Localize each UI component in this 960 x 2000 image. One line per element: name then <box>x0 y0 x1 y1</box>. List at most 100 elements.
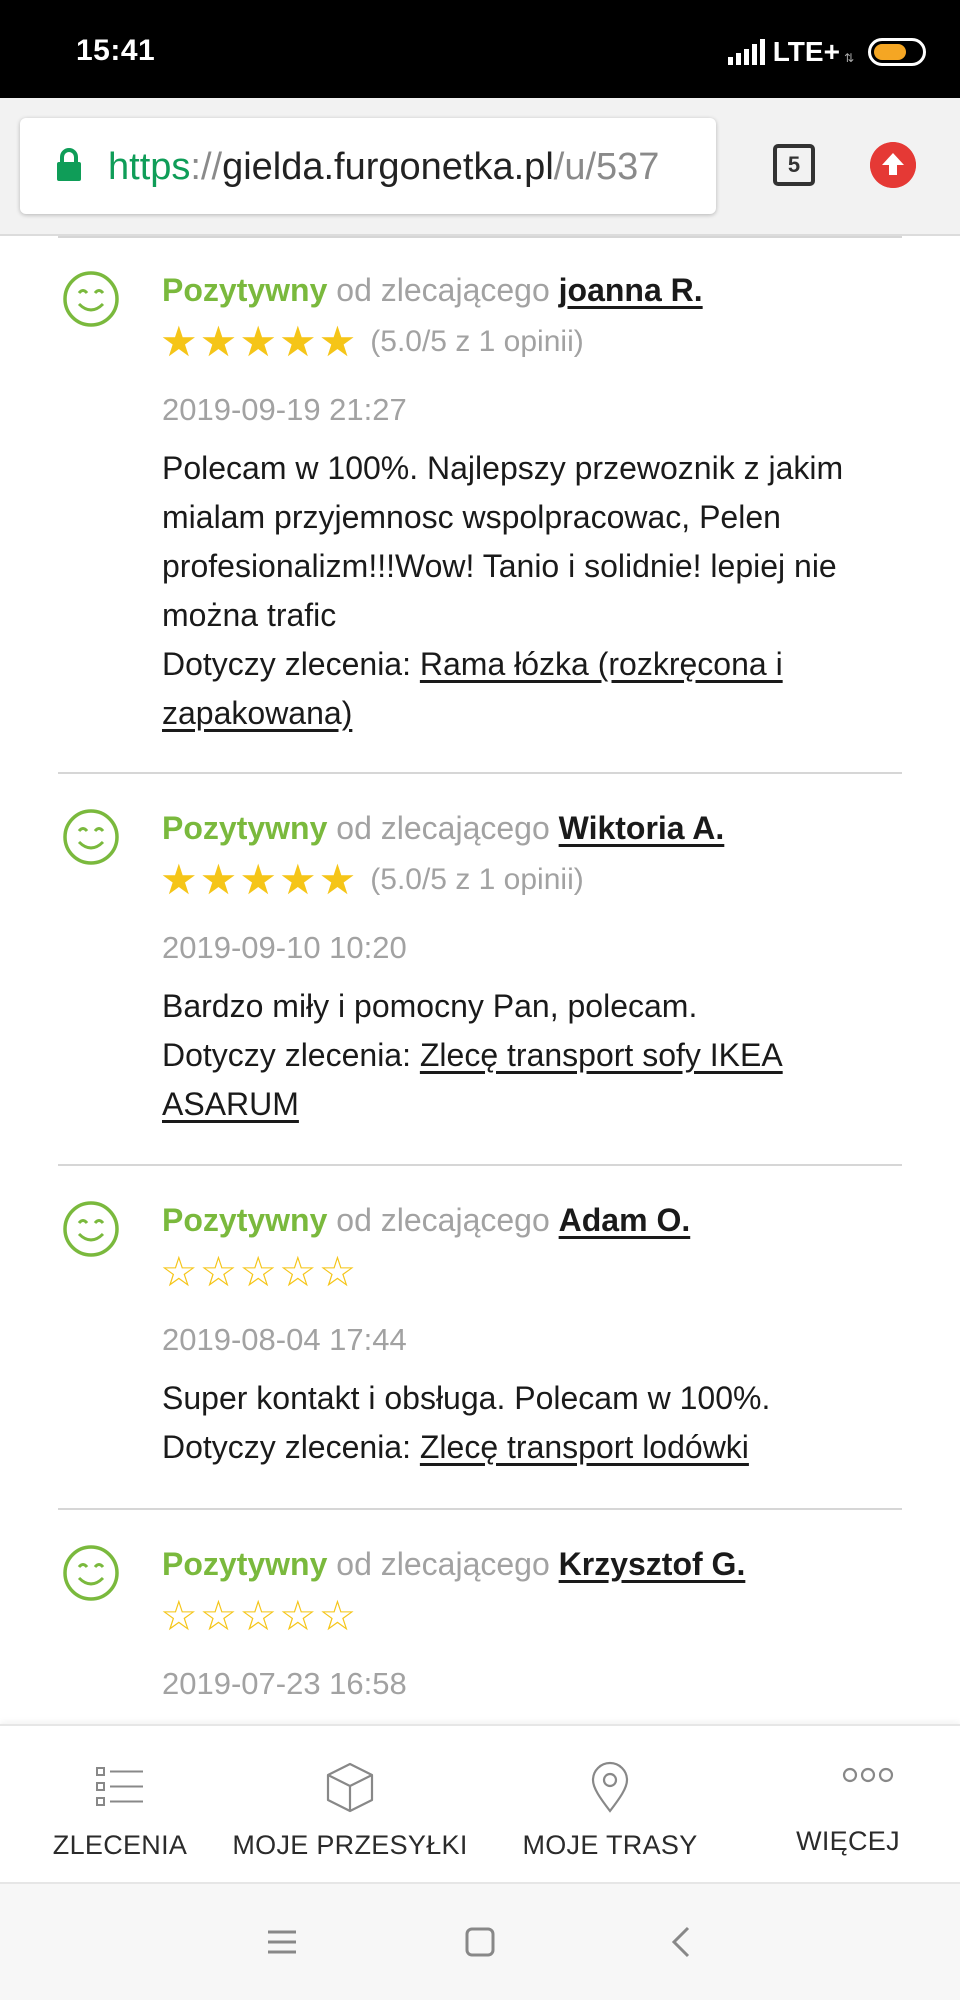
review-date: 2019-09-19 21:27 <box>162 392 407 427</box>
back-icon[interactable] <box>652 1914 712 1970</box>
address-bar[interactable]: https://gielda.furgonetka.pl/u/537 <box>20 118 716 214</box>
nav-item-wiecej[interactable]: WIĘCEJ <box>748 1726 960 1886</box>
star-outline-icon: ☆ <box>239 1248 277 1295</box>
from-label: od zlecającego <box>336 272 550 308</box>
star-outline-icon: ☆ <box>160 1592 198 1639</box>
tabs-count: 5 <box>787 152 801 177</box>
order-link[interactable]: Zlecę transport lodówki <box>420 1429 749 1465</box>
author-link[interactable]: Adam O. <box>559 1202 691 1238</box>
from-label: od zlecającego <box>336 1202 550 1238</box>
star-rating: ★ ★ ★ ★ ★ <box>160 318 357 365</box>
order-label: Dotyczy zlecenia: <box>162 1429 411 1465</box>
star-outline-icon: ☆ <box>278 1248 317 1295</box>
menu-icon[interactable] <box>252 1914 312 1970</box>
star-outline-icon: ☆ <box>278 1592 317 1639</box>
star-rating: ☆ ☆ ☆ ☆ ☆ <box>160 1592 357 1639</box>
star-outline-icon: ☆ <box>160 1248 198 1295</box>
nav-item-moje-przesylki[interactable]: MOJE PRZESYŁKI <box>230 1726 470 1886</box>
review-date: 2019-07-23 16:58 <box>162 1666 407 1701</box>
star-filled-icon: ★ <box>239 856 277 903</box>
review-header: Pozytywny od zlecającego Krzysztof G. <box>162 1546 745 1583</box>
star-filled-icon: ★ <box>199 318 238 365</box>
star-outline-icon: ☆ <box>318 1248 357 1295</box>
star-filled-icon: ★ <box>199 856 238 903</box>
status-bar: 15:41 LTE+ ⇅ <box>0 0 960 98</box>
bottom-navigation: ZLECENIA MOJE PRZESYŁKI MOJE TRASY WIĘCE… <box>0 1724 960 1884</box>
review-text: Polecam w 100%. Najlepszy przewoznik z j… <box>162 450 844 633</box>
order-label: Dotyczy zlecenia: <box>162 646 411 682</box>
star-outline-icon: ☆ <box>199 1592 238 1639</box>
review-header: Pozytywny od zlecającego Wiktoria A. <box>162 810 724 847</box>
network-label: LTE+ <box>772 36 840 67</box>
star-filled-icon: ★ <box>278 318 317 365</box>
star-filled-icon: ★ <box>239 318 277 365</box>
sentiment-label: Pozytywny <box>162 272 328 308</box>
nav-item-moje-trasy[interactable]: MOJE TRASY <box>490 1726 730 1886</box>
author-link[interactable]: Wiktoria A. <box>559 810 725 846</box>
review-item: Pozytywny od zlecającego Wiktoria A. ★ ★ ★… <box>0 774 960 1166</box>
review-date: 2019-09-10 10:20 <box>162 930 407 965</box>
browser-toolbar: https://gielda.furgonetka.pl/u/537 5 <box>0 98 960 236</box>
upload-icon[interactable] <box>870 142 916 188</box>
from-label: od zlecającego <box>336 1546 550 1582</box>
sentiment-label: Pozytywny <box>162 1546 328 1582</box>
author-link[interactable]: joanna R. <box>559 272 703 308</box>
smiley-icon <box>63 809 119 865</box>
star-outline-icon: ☆ <box>199 1248 238 1295</box>
rating-summary: (5.0/5 z 1 opinii) <box>370 863 584 896</box>
review-header: Pozytywny od zlecającego Adam O. <box>162 1202 690 1239</box>
battery-level <box>874 44 907 60</box>
star-rating: ★ ★ ★ ★ ★ <box>160 856 357 903</box>
url-text[interactable]: https://gielda.furgonetka.pl/u/537 <box>108 146 659 189</box>
nav-label: MOJE TRASY <box>522 1830 698 1860</box>
star-outline-icon: ☆ <box>239 1592 277 1639</box>
rating-row: ★ ★ ★ ★ ★ (5.0/5 z 1 opinii) <box>160 856 584 903</box>
sentiment-label: Pozytywny <box>162 1202 328 1238</box>
rating-row: ☆ ☆ ☆ ☆ ☆ <box>160 1248 357 1295</box>
smiley-icon <box>63 1545 119 1601</box>
smiley-icon <box>63 271 119 327</box>
status-icons: LTE+ ⇅ <box>727 34 926 70</box>
more-icon <box>842 1767 894 1783</box>
tabs-counter-button[interactable]: 5 <box>773 144 815 186</box>
battery-icon <box>868 38 926 66</box>
nav-label: ZLECENIA <box>52 1830 188 1860</box>
star-filled-icon: ★ <box>318 318 357 365</box>
nav-label: WIĘCEJ <box>796 1826 900 1856</box>
review-item: Pozytywny od zlecającego Adam O. ☆ ☆ ☆ ☆ ☆ 2… <box>0 1166 960 1510</box>
lock-icon <box>57 148 81 181</box>
reviews-list: Pozytywny od zlecającego joanna R. ★ ★ ★ ★ ★… <box>0 236 960 1724</box>
review-text: Bardzo miły i pomocny Pan, polecam. <box>162 988 698 1024</box>
smiley-icon <box>63 1201 119 1257</box>
author-link[interactable]: Krzysztof G. <box>559 1546 746 1582</box>
signal-icon <box>727 39 765 65</box>
rating-row: ★ ★ ★ ★ ★ (5.0/5 z 1 opinii) <box>160 318 584 365</box>
review-body: Super kontakt i obsługa. Polecam w 100%.… <box>162 1374 892 1472</box>
rating-summary: (5.0/5 z 1 opinii) <box>370 325 584 358</box>
url-path: /u/537 <box>553 146 660 188</box>
box-icon <box>326 1762 374 1813</box>
url-host: gielda.furgonetka.pl <box>222 146 554 188</box>
review-body: Bardzo miły i pomocny Pan, polecam. Doty… <box>162 982 892 1129</box>
review-text: Super kontakt i obsługa. Polecam w 100%. <box>162 1380 771 1416</box>
star-rating: ☆ ☆ ☆ ☆ ☆ <box>160 1248 357 1295</box>
system-navigation-bar <box>0 1884 960 2000</box>
star-filled-icon: ★ <box>318 856 357 903</box>
url-separator: :// <box>190 146 223 188</box>
nav-item-zlecenia[interactable]: ZLECENIA <box>0 1726 240 1886</box>
data-activity-icon: ⇅ <box>843 51 854 65</box>
review-body: Polecam w 100%. Najlepszy przewoznik z j… <box>162 444 892 738</box>
status-time: 15:41 <box>76 34 156 67</box>
review-item: Pozytywny od zlecającego Krzysztof G. ☆ ☆… <box>0 1510 960 1724</box>
map-pin-icon <box>591 1761 629 1813</box>
star-filled-icon: ★ <box>160 856 198 903</box>
review-header: Pozytywny od zlecającego joanna R. <box>162 272 703 309</box>
home-icon[interactable] <box>450 1914 510 1970</box>
list-icon <box>96 1767 143 1806</box>
url-scheme: https <box>108 146 191 188</box>
review-item: Pozytywny od zlecającego joanna R. ★ ★ ★ ★ ★… <box>0 236 960 774</box>
star-filled-icon: ★ <box>278 856 317 903</box>
star-filled-icon: ★ <box>160 318 198 365</box>
star-outline-icon: ☆ <box>318 1592 357 1639</box>
rating-row: ☆ ☆ ☆ ☆ ☆ <box>160 1592 357 1639</box>
